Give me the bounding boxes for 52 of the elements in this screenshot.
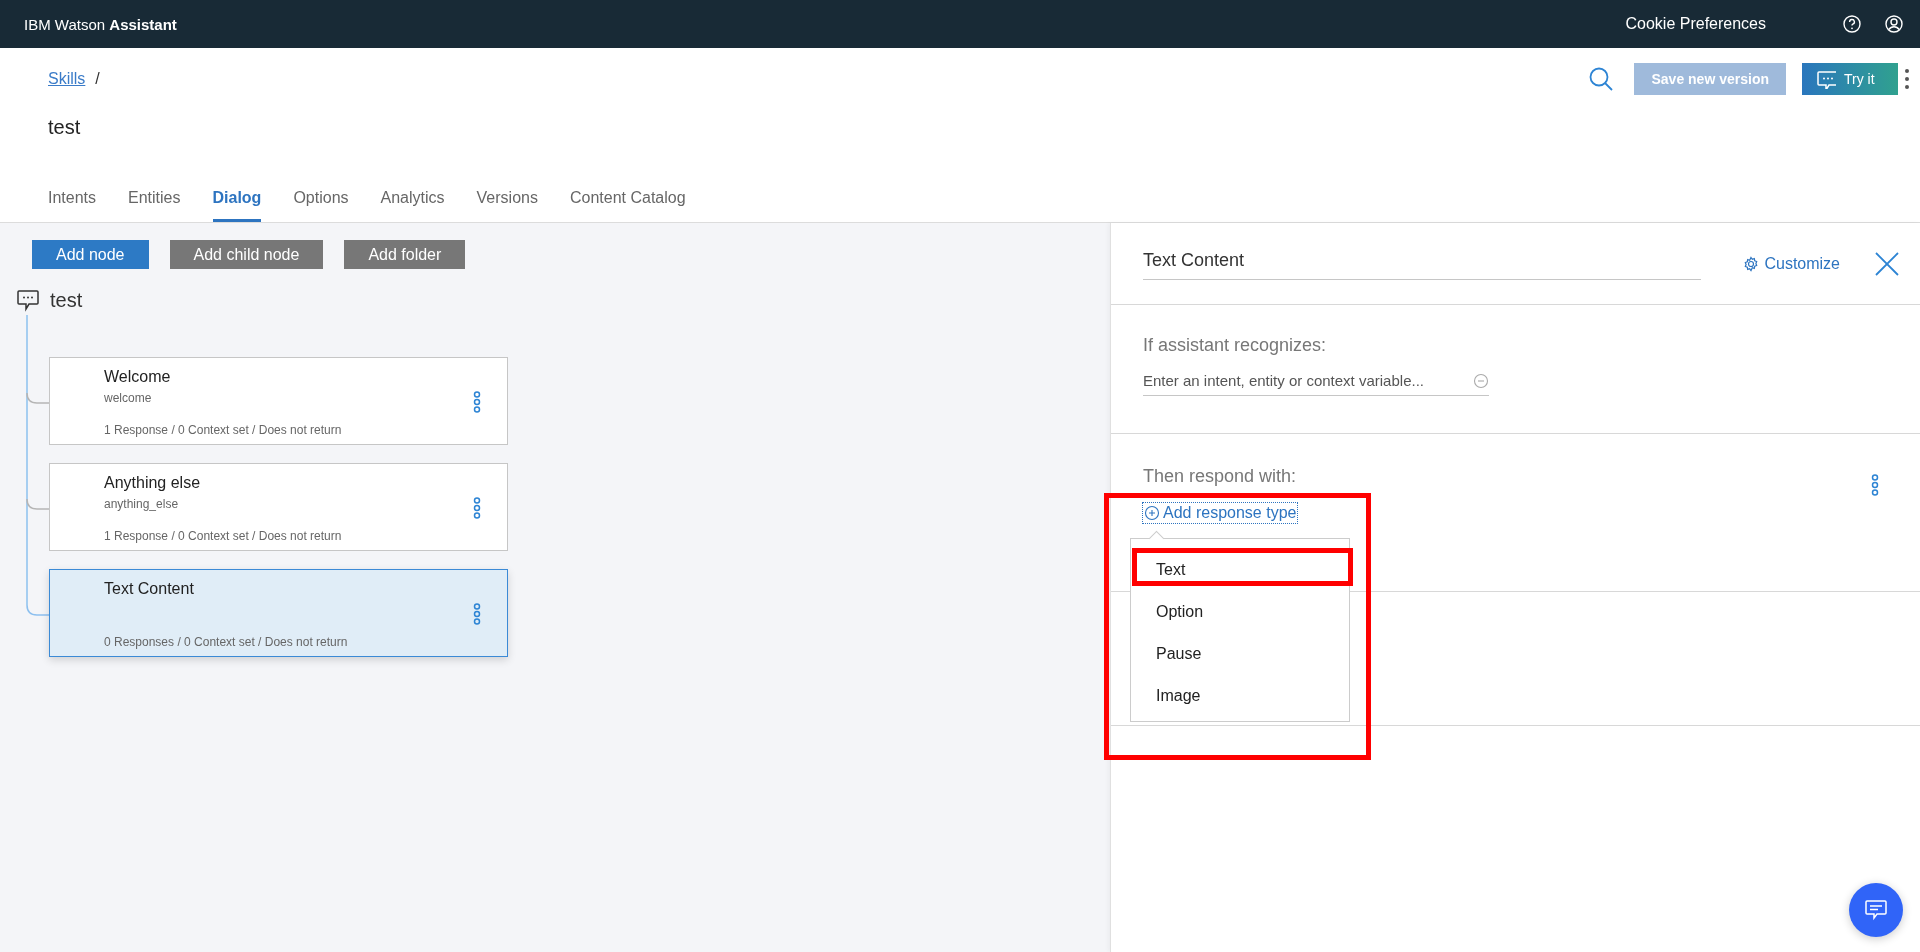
overflow-menu-icon[interactable] — [473, 603, 481, 625]
user-icon[interactable] — [1884, 14, 1904, 34]
overflow-menu-icon[interactable] — [473, 391, 481, 413]
tab[interactable]: Versions — [476, 189, 538, 222]
tab[interactable]: Options — [293, 189, 349, 222]
cookie-preferences-link[interactable]: Cookie Preferences — [1625, 15, 1766, 33]
dialog-root-label: test — [50, 288, 83, 312]
condition-input-field[interactable]: Enter an intent, entity or context variable... — [1143, 372, 1489, 396]
try-it-button[interactable]: Try it — [1802, 63, 1898, 95]
toolbar-button[interactable]: Add child node — [169, 240, 324, 269]
dialog-node-card[interactable]: Anything else anything_else 1 Response / 0 Context set / Does not return — [49, 463, 508, 551]
tab[interactable]: Content Catalog — [569, 189, 686, 222]
node-title: Welcome — [104, 368, 171, 386]
menu-item[interactable]: Pause — [1131, 633, 1349, 675]
chat-bubble-icon — [1816, 69, 1836, 89]
tab[interactable]: Entities — [128, 189, 181, 222]
minus-circle-icon[interactable] — [1473, 372, 1489, 389]
tab[interactable]: Intents — [48, 189, 97, 222]
overflow-menu-icon[interactable] — [473, 497, 481, 519]
toolbar-button[interactable]: Add node — [32, 240, 149, 269]
node-title: Text Content — [104, 580, 194, 598]
customize-link[interactable]: Customize — [1743, 254, 1840, 273]
toolbar-button[interactable]: Add folder — [344, 240, 466, 269]
overflow-menu-icon[interactable] — [1871, 474, 1879, 496]
menu-item[interactable]: Image — [1131, 675, 1349, 717]
help-icon[interactable] — [1842, 14, 1862, 34]
dialog-node-card[interactable]: Text Content 0 Responses / 0 Context set / Does not return — [49, 569, 508, 657]
condition-label: If assistant recognizes: — [1143, 335, 1327, 356]
close-icon[interactable] — [1874, 250, 1900, 277]
search-icon[interactable] — [1588, 66, 1615, 92]
skill-title: test — [48, 116, 82, 139]
chat-icon — [1864, 898, 1888, 922]
node-title: Anything else — [104, 474, 201, 492]
node-summary: 1 Response / 0 Context set / Does not return — [104, 423, 342, 437]
dialog-node-card[interactable]: Welcome welcome 1 Response / 0 Context set / Does not return — [49, 357, 508, 445]
node-summary: 1 Response / 0 Context set / Does not return — [104, 529, 342, 543]
node-condition: welcome — [104, 391, 152, 405]
product-title: IBM Watson Assistant — [24, 15, 177, 33]
tab[interactable]: Analytics — [380, 189, 445, 222]
breadcrumb-separator: / — [95, 70, 100, 88]
response-label: Then respond with: — [1143, 466, 1297, 487]
node-summary: 0 Responses / 0 Context set / Does not return — [104, 635, 348, 649]
menu-item[interactable]: Option — [1131, 591, 1349, 633]
gear-icon — [1743, 255, 1760, 272]
chat-bubble-icon — [16, 288, 40, 312]
add-response-type-link[interactable]: Add response type — [1143, 503, 1298, 523]
node-name-field[interactable]: Text Content — [1143, 243, 1701, 280]
overflow-menu-icon[interactable] — [1904, 68, 1910, 90]
add-icon — [1144, 505, 1160, 521]
node-condition: anything_else — [104, 497, 179, 511]
menu-item[interactable]: Text — [1131, 549, 1349, 591]
breadcrumb-link[interactable]: Skills — [48, 70, 86, 88]
